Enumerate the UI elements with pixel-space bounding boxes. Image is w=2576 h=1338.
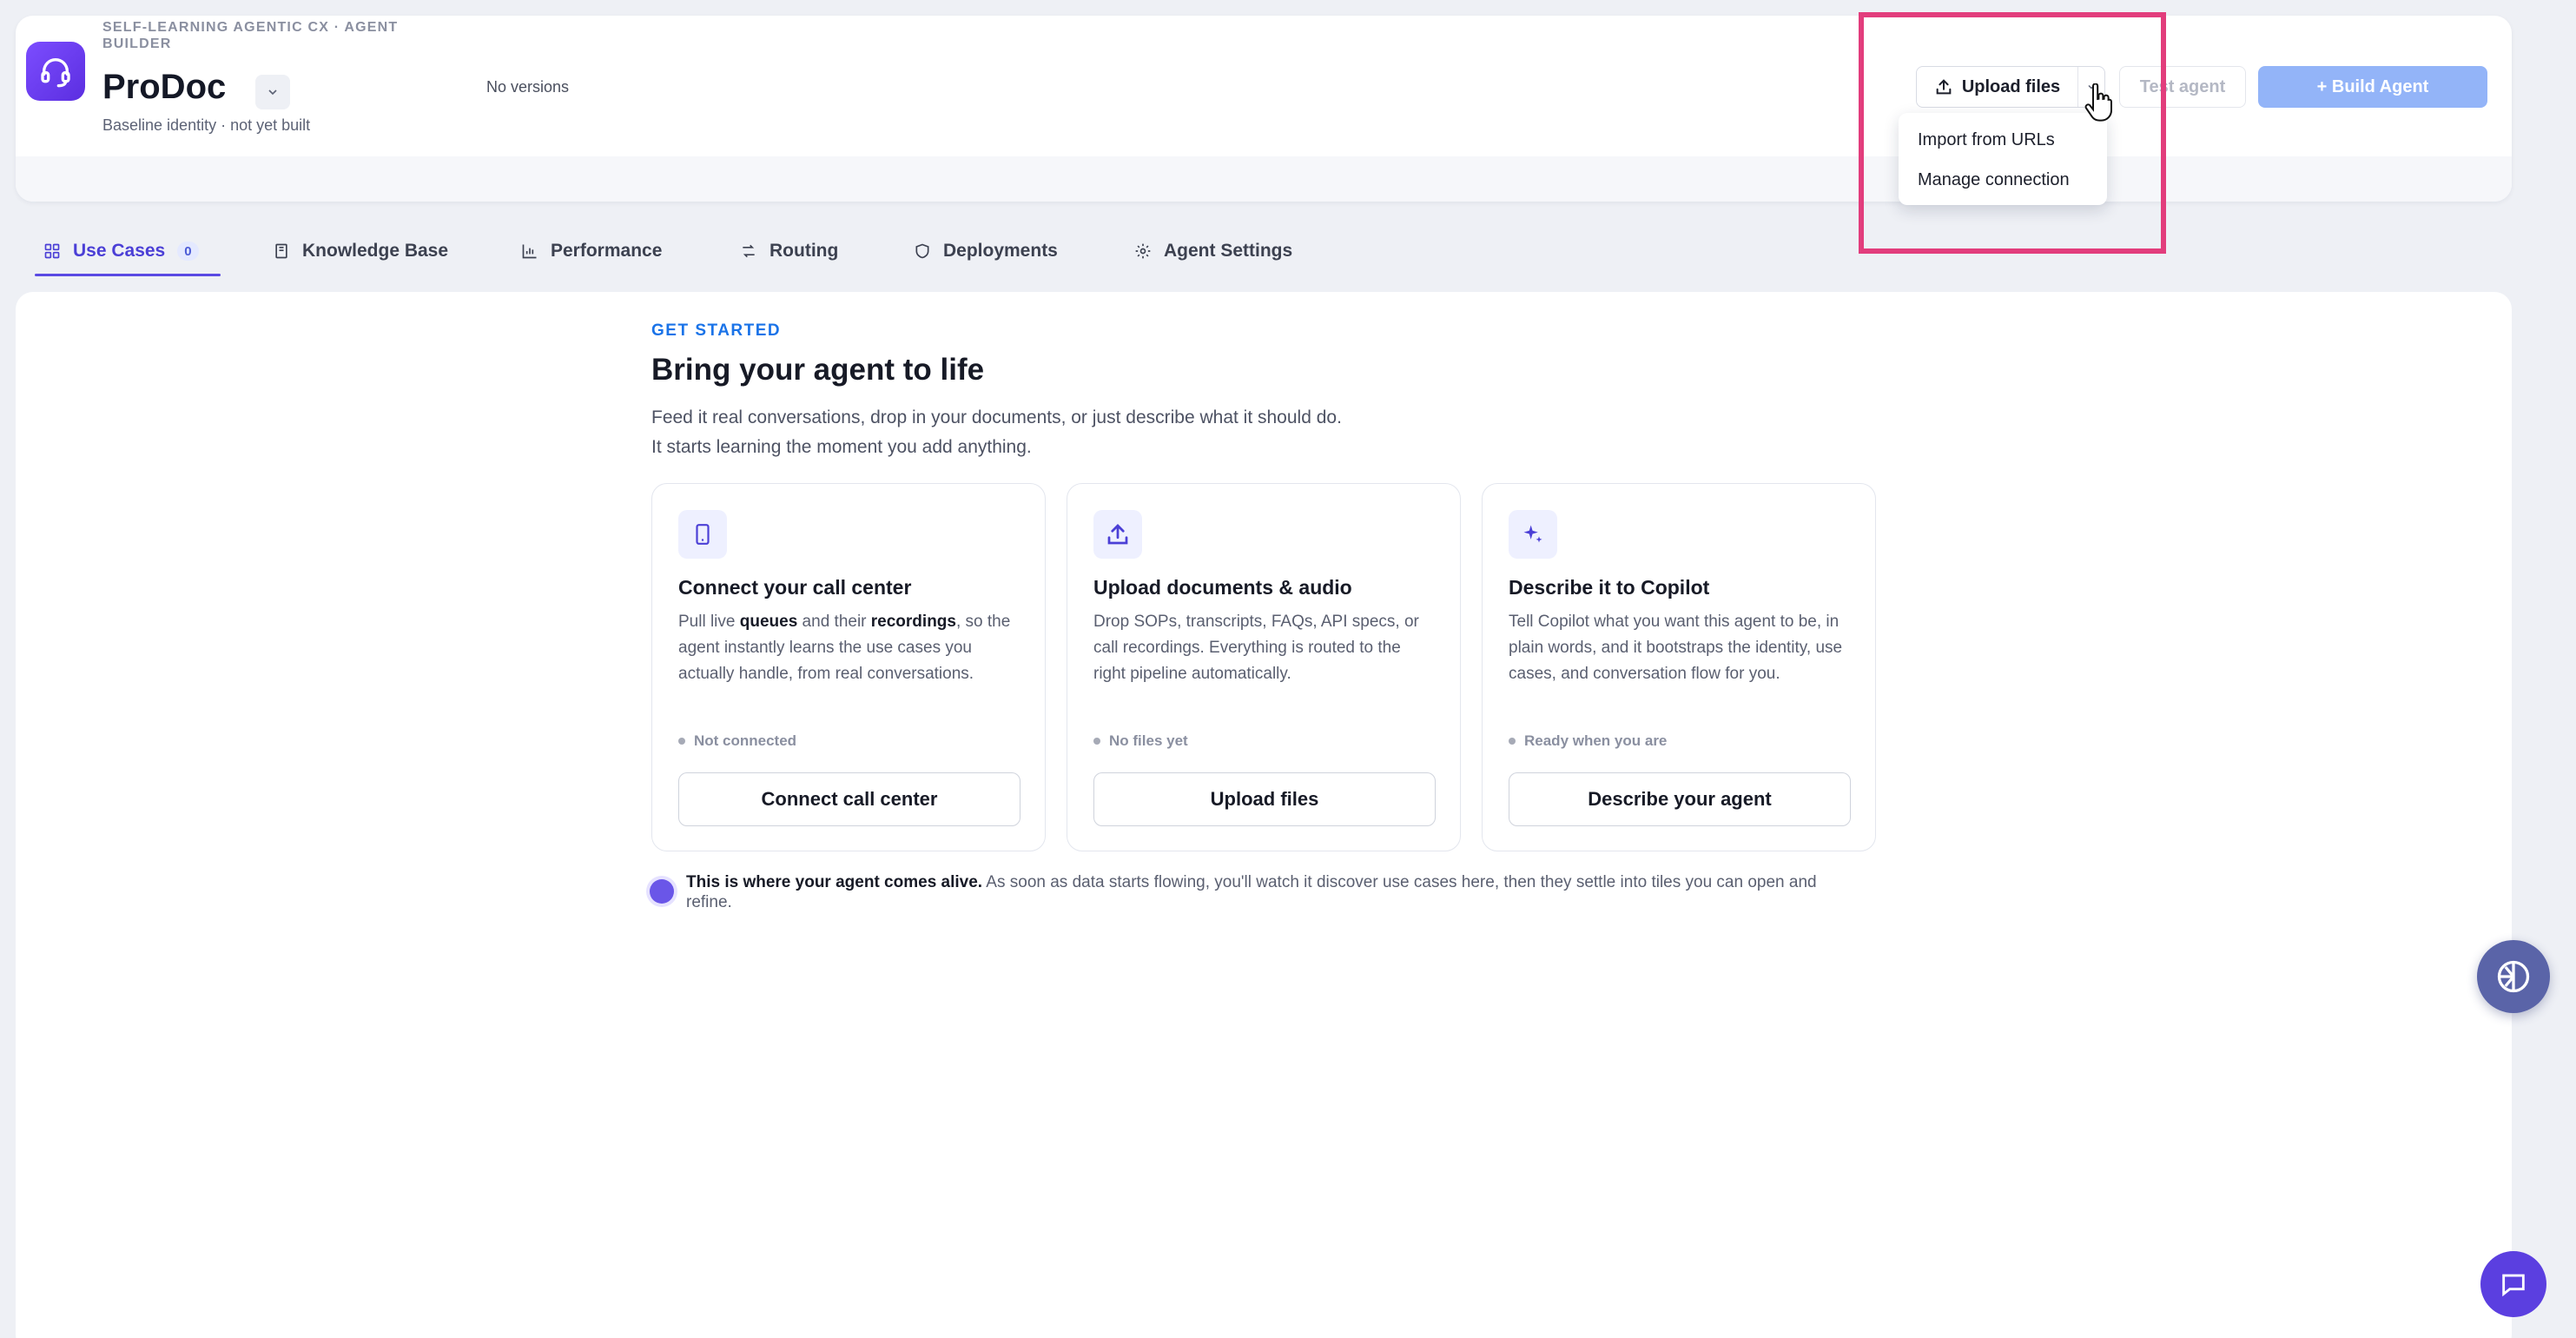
bar-chart-icon bbox=[522, 244, 537, 259]
tab-routing[interactable]: Routing bbox=[740, 228, 838, 275]
grid-icon bbox=[44, 243, 60, 259]
card-icon-wrap bbox=[678, 510, 727, 559]
subtitle-line: Feed it real conversations, drop in your… bbox=[651, 407, 1342, 427]
hand-cursor-icon bbox=[2084, 83, 2112, 122]
chat-button[interactable] bbox=[2480, 1251, 2546, 1317]
card-title: Connect your call center bbox=[678, 576, 912, 599]
tab-use-cases[interactable]: Use Cases 0 bbox=[43, 228, 199, 275]
upload-dropdown-menu: Import from URLs Manage connection bbox=[1899, 113, 2107, 205]
tab-label: Knowledge Base bbox=[302, 241, 449, 261]
subtitle-line: It starts learning the moment you add an… bbox=[651, 437, 1032, 457]
main-tabs: Use Cases 0 Knowledge Base Performance R… bbox=[35, 228, 1424, 276]
build-agent-button[interactable]: + Build Agent bbox=[2258, 66, 2487, 108]
tab-label: Use Cases bbox=[73, 241, 166, 261]
agent-logo bbox=[26, 42, 85, 101]
chat-icon bbox=[2502, 1274, 2525, 1297]
card-icon-wrap bbox=[1509, 510, 1557, 559]
tab-label: Routing bbox=[769, 241, 839, 261]
upload-documents-card: Upload documents & audio Drop SOPs, tran… bbox=[1067, 483, 1461, 851]
upload-split-button: Upload files bbox=[1916, 66, 2105, 108]
card-status: Ready when you are bbox=[1509, 732, 1667, 750]
active-tab-indicator bbox=[35, 274, 221, 276]
status-dot bbox=[1509, 738, 1516, 745]
card-description: Drop SOPs, transcripts, FAQs, API specs,… bbox=[1093, 613, 1419, 683]
use-cases-count-badge: 0 bbox=[177, 242, 199, 261]
agent-switcher-button[interactable] bbox=[255, 75, 290, 109]
copilot-icon bbox=[2497, 960, 2530, 993]
upload-files-label: Upload files bbox=[1961, 76, 2061, 96]
status-dot bbox=[678, 738, 685, 745]
tab-label: Agent Settings bbox=[1164, 241, 1293, 261]
live-indicator-dot bbox=[650, 879, 674, 904]
tab-label: Deployments bbox=[943, 241, 1058, 261]
card-description: Pull live queues and their recordings, s… bbox=[678, 613, 1011, 683]
page-title: Bring your agent to life bbox=[651, 353, 985, 387]
upload-files-button[interactable]: Upload files bbox=[1917, 67, 2078, 107]
tab-deployments[interactable]: Deployments bbox=[914, 228, 1058, 275]
tab-knowledge-base[interactable]: Knowledge Base bbox=[273, 228, 448, 275]
tab-label: Performance bbox=[551, 241, 663, 261]
card-status: Not connected bbox=[678, 732, 796, 750]
gear-icon bbox=[1135, 243, 1151, 259]
routing-icon bbox=[743, 244, 755, 258]
describe-copilot-card: Describe it to Copilot Tell Copilot what… bbox=[1482, 483, 1876, 851]
card-status: No files yet bbox=[1093, 732, 1188, 750]
shield-icon bbox=[915, 243, 929, 259]
card-description: Tell Copilot what you want this agent to… bbox=[1509, 613, 1843, 683]
breadcrumb: SELF-LEARNING AGENTIC CX · AGENT BUILDER bbox=[102, 20, 399, 51]
card-title: Upload documents & audio bbox=[1093, 576, 1352, 599]
describe-agent-button[interactable]: Describe your agent bbox=[1509, 772, 1851, 826]
card-icon-wrap bbox=[1093, 510, 1142, 559]
book-icon bbox=[275, 243, 287, 259]
page-subtitle: Feed it real conversations, drop in your… bbox=[651, 403, 1520, 462]
upload-icon bbox=[1936, 79, 1952, 95]
headset-icon bbox=[41, 58, 70, 88]
sparkle-icon bbox=[1523, 525, 1542, 543]
get-started-eyebrow: GET STARTED bbox=[651, 321, 782, 340]
card-title: Describe it to Copilot bbox=[1509, 576, 1710, 599]
menu-item-import-urls[interactable]: Import from URLs bbox=[1899, 120, 2107, 160]
agent-status: Baseline identity · not yet built bbox=[102, 116, 311, 134]
menu-item-manage-connection[interactable]: Manage connection bbox=[1899, 160, 2107, 200]
upload-files-card-button[interactable]: Upload files bbox=[1093, 772, 1436, 826]
phone-icon bbox=[696, 524, 710, 545]
tab-agent-settings[interactable]: Agent Settings bbox=[1134, 228, 1292, 275]
agent-name: ProDoc bbox=[102, 68, 227, 106]
header-strip bbox=[16, 156, 2512, 202]
copilot-float-button[interactable] bbox=[2477, 940, 2550, 1013]
connect-call-center-button[interactable]: Connect call center bbox=[678, 772, 1020, 826]
upload-icon bbox=[1107, 524, 1128, 545]
status-dot bbox=[1093, 738, 1100, 745]
versions-label[interactable]: No versions bbox=[486, 78, 569, 96]
test-agent-button[interactable]: Test agent bbox=[2119, 66, 2246, 108]
connect-call-center-card: Connect your call center Pull live queue… bbox=[651, 483, 1046, 851]
chevron-down-icon bbox=[268, 89, 277, 96]
tab-performance[interactable]: Performance bbox=[521, 228, 662, 275]
alive-message: This is where your agent comes alive. As… bbox=[686, 873, 1817, 911]
